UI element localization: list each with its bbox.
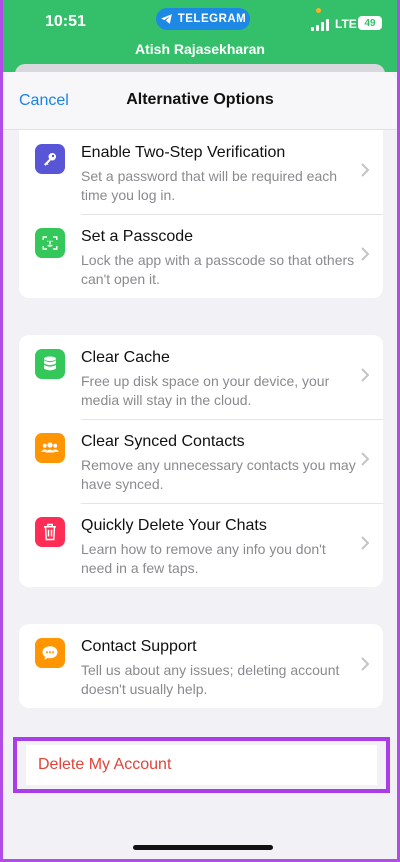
home-indicator[interactable] bbox=[133, 845, 273, 850]
storage-group: Clear Cache Free up disk space on your d… bbox=[19, 335, 383, 587]
row-title: Enable Two-Step Verification bbox=[81, 144, 286, 161]
row-subtitle: Free up disk space on your device, your … bbox=[81, 373, 330, 408]
nav-bar: Cancel Alternative Options bbox=[3, 72, 397, 130]
clear-cache-row[interactable]: Clear Cache Free up disk space on your d… bbox=[19, 335, 383, 419]
trash-icon bbox=[35, 517, 65, 547]
clear-synced-contacts-row[interactable]: Clear Synced Contacts Remove any unneces… bbox=[19, 419, 383, 503]
row-title: Clear Cache bbox=[81, 349, 170, 366]
chevron-right-icon bbox=[361, 657, 369, 671]
app-pill-label: TELEGRAM bbox=[177, 13, 247, 25]
telegram-plane-icon bbox=[160, 14, 172, 24]
security-group: Enable Two-Step Verification Set a passw… bbox=[19, 130, 383, 298]
delete-account-button[interactable]: Delete My Account bbox=[26, 745, 377, 785]
chevron-right-icon bbox=[361, 536, 369, 550]
row-subtitle: Tell us about any issues; deleting accou… bbox=[81, 662, 340, 697]
caller-name: Atish Rajasekharan bbox=[135, 41, 265, 57]
call-status-bar[interactable]: 10:51 TELEGRAM LTE 49 Atish Rajasekharan bbox=[3, 0, 397, 72]
row-title: Quickly Delete Your Chats bbox=[81, 517, 267, 534]
passcode-row[interactable]: Set a Passcode Lock the app with a passc… bbox=[19, 214, 383, 298]
battery-level: 49 bbox=[364, 17, 376, 29]
network-type: LTE bbox=[335, 17, 357, 31]
face-id-icon bbox=[35, 228, 65, 258]
status-time: 10:51 bbox=[45, 13, 86, 30]
privacy-dot bbox=[316, 8, 321, 13]
row-subtitle: Set a password that will be required eac… bbox=[81, 168, 338, 203]
row-subtitle: Learn how to remove any info you don't n… bbox=[81, 541, 326, 576]
page-title: Alternative Options bbox=[126, 91, 274, 108]
app-frame: 10:51 TELEGRAM LTE 49 Atish Rajasekharan… bbox=[0, 0, 400, 862]
database-icon bbox=[35, 349, 65, 379]
row-title: Clear Synced Contacts bbox=[81, 433, 245, 450]
signal-icon bbox=[311, 19, 329, 31]
chat-bubble-icon bbox=[35, 638, 65, 668]
telegram-call-pill[interactable]: TELEGRAM bbox=[156, 8, 250, 30]
chevron-right-icon bbox=[361, 452, 369, 466]
contact-support-row[interactable]: Contact Support Tell us about any issues… bbox=[19, 624, 383, 708]
delete-account-highlight: Delete My Account bbox=[13, 737, 390, 793]
row-subtitle: Remove any unnecessary contacts you may … bbox=[81, 457, 356, 492]
chevron-right-icon bbox=[361, 368, 369, 382]
row-title: Set a Passcode bbox=[81, 228, 194, 245]
chevron-right-icon bbox=[361, 163, 369, 177]
contacts-icon bbox=[35, 433, 65, 463]
battery-icon: 49 bbox=[358, 16, 382, 30]
row-subtitle: Lock the app with a passcode so that oth… bbox=[81, 252, 355, 287]
row-title: Contact Support bbox=[81, 638, 197, 655]
two-step-verification-row[interactable]: Enable Two-Step Verification Set a passw… bbox=[19, 130, 383, 214]
support-group: Contact Support Tell us about any issues… bbox=[19, 624, 383, 708]
chevron-right-icon bbox=[361, 247, 369, 261]
key-icon bbox=[35, 144, 65, 174]
delete-chats-row[interactable]: Quickly Delete Your Chats Learn how to r… bbox=[19, 503, 383, 587]
